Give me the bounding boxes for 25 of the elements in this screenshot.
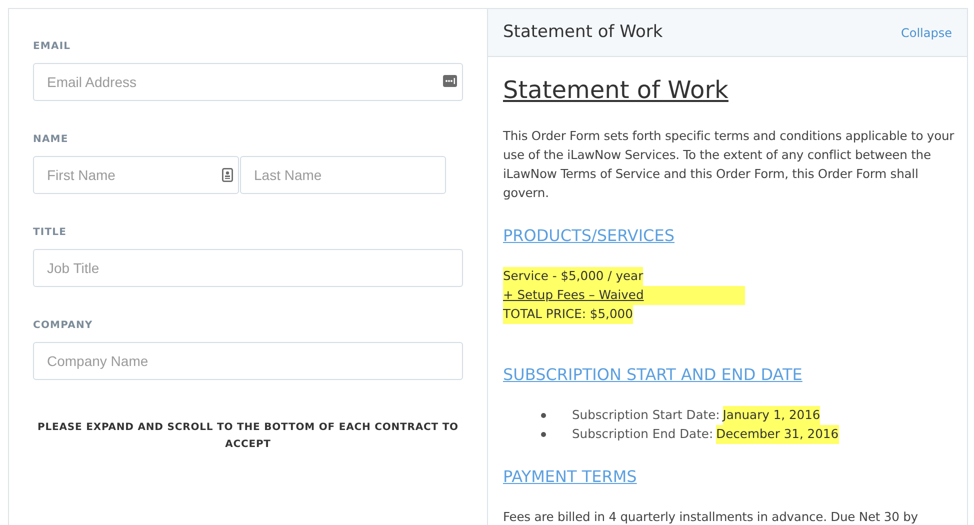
contract-title: Statement of Work [503, 75, 728, 105]
field-label: COMPANY [33, 320, 94, 332]
section-heading-link[interactable]: PAYMENT TERMS [503, 466, 637, 488]
contract-notice: PLEASE EXPAND AND SCROLL TO THE BOTTOM OF EACH CONTRACT TO ACCEPT [36, 421, 460, 452]
section-heading-link[interactable]: PRODUCTS/SERVICES [503, 225, 674, 247]
section-heading-link[interactable]: SUBSCRIPTION START AND END DATE [503, 364, 802, 386]
text-field[interactable]: Last Name [240, 156, 446, 194]
text-field[interactable]: Company Name [33, 342, 463, 380]
field-label: EMAIL [33, 41, 72, 53]
contact-card-icon[interactable] [222, 168, 233, 182]
bullet-icon [541, 413, 546, 418]
text-field[interactable]: First Name [33, 156, 239, 194]
contract-paragraph: Fees are billed in 4 quarterly installments in advance. Due Net 30 by [503, 509, 919, 525]
password-key-icon[interactable] [443, 75, 457, 87]
bullet-label: Subscription End Date: [572, 426, 714, 443]
collapse-link[interactable]: Collapse [901, 24, 952, 42]
panel-title: Statement of Work [503, 20, 663, 44]
highlighted-date: December 31, 2016 [716, 425, 839, 444]
bullet-label: Subscription Start Date: [572, 407, 720, 424]
contract-paragraph: This Order Form sets forth specific terms and conditions applicable to your use of the iLawNow Services. To the extent of any conflict between the iLawNow Terms of Service and this Order Form, this Order Form shall govern. [503, 128, 955, 202]
bullet-icon [541, 432, 546, 437]
text-field[interactable]: Email Address [33, 63, 463, 101]
text-field[interactable]: Job Title [33, 249, 463, 287]
field-label: NAME [33, 134, 70, 146]
field-label: TITLE [33, 227, 68, 239]
